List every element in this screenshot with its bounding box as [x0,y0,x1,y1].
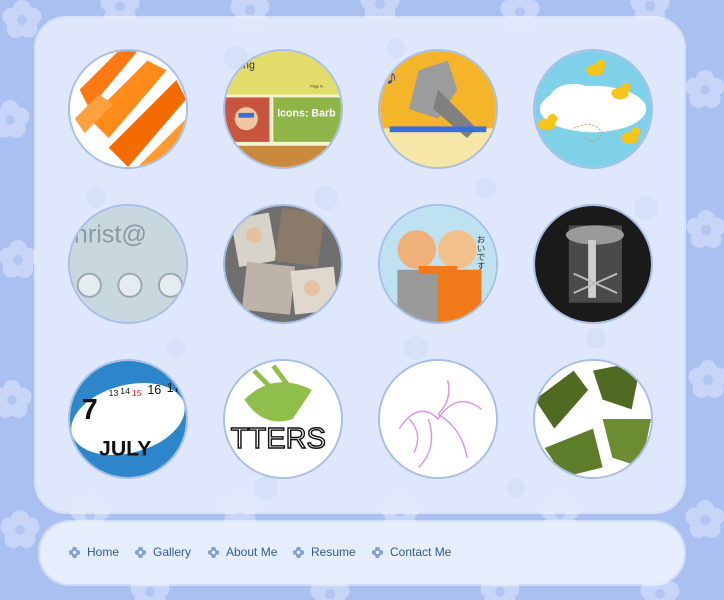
rubber-ducks-image [535,51,651,167]
thumb-5-text: hrist@ [74,221,147,249]
flower-bullet-icon [371,546,384,558]
thumb-9-month: JULY [99,437,151,461]
nav-item-label: About Me [226,545,278,559]
nav-item-home[interactable]: Home [68,545,119,559]
nav-item-about-me[interactable]: About Me [207,545,277,559]
nav-item-label: Resume [311,545,356,559]
nav-item-resume[interactable]: Resume [292,545,356,559]
gallery-thumb-5[interactable]: hrist@ [68,204,188,324]
thumb-2-text-small: Page N [310,85,323,89]
thumb-9-num-13: 13 [109,388,119,398]
gallery-thumb-7[interactable]: おいです [378,204,498,324]
gallery-thumb-2[interactable]: gning Page N Icons: Barb [223,49,343,169]
gallery-thumb-9[interactable]: 7 13 14 15 16 17 JULY [68,359,188,479]
gallery-thumb-6[interactable] [223,204,343,324]
main-nav: Home Gallery About Me Resume Contact Me [40,522,684,584]
orange-stripes-image [70,51,186,167]
nav-item-gallery[interactable]: Gallery [134,545,191,559]
gallery-thumb-1[interactable] [68,49,188,169]
nav-item-contact-me[interactable]: Contact Me [371,545,451,559]
flower-bullet-icon [134,546,147,558]
flower-bullet-icon [68,546,81,558]
pink-flower-drawing-image [380,361,496,477]
nav-item-label: Contact Me [390,545,452,559]
thumb-9-big-number: 7 [82,394,98,426]
gallery-thumb-11[interactable] [378,359,498,479]
nav-item-label: Home [87,545,120,559]
nav-item-label: Gallery [153,545,192,559]
thumb-9-num-16: 16 [147,383,161,397]
hand-drawn-illustration-image: ♪ [380,51,496,167]
thumb-9-num-14: 14 [120,386,130,396]
thumb-7-text: おいです [476,235,486,270]
gallery-thumb-12[interactable] [533,359,653,479]
green-lettering-image: TTERS [225,361,341,477]
flower-bullet-icon [207,546,220,558]
gallery-thumb-10[interactable]: TTERS [223,359,343,479]
thumb-2-text-bottom: Icons: Barb [277,108,336,120]
magazines-photo-image [225,206,341,322]
gallery-thumb-3[interactable]: ♪ [378,49,498,169]
gallery-thumb-8[interactable] [533,204,653,324]
thumb-9-num-15: 15 [132,388,142,398]
gallery-thumb-4[interactable] [533,49,653,169]
christ-logo-image: hrist@ [70,206,186,322]
thumb-10-text: TTERS [231,423,326,455]
green-leaves-image [535,361,651,477]
grayscale-photo-image [535,206,651,322]
signing-icons-image: gning Page N Icons: Barb [225,51,341,167]
two-people-illustration-image: おいです [380,206,496,322]
flower-bullet-icon [292,546,305,558]
calendar-badge-image: 7 13 14 15 16 17 JULY [70,361,186,477]
